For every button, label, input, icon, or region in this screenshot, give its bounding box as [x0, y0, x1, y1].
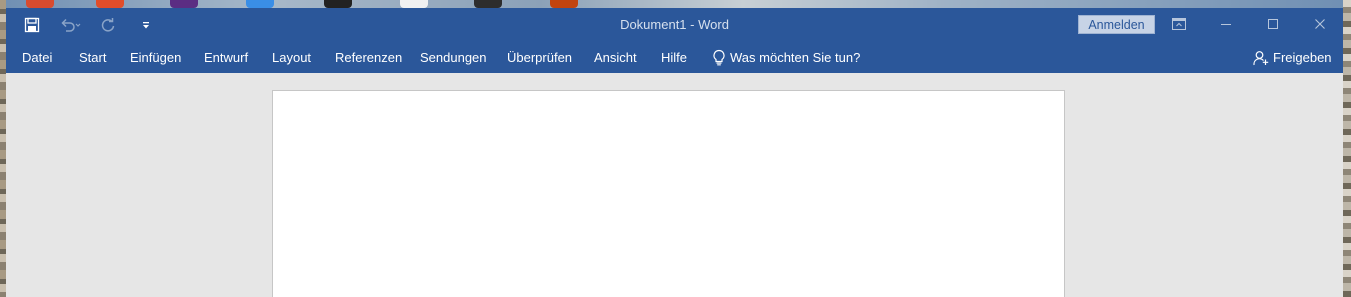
- tab-referenzen[interactable]: Referenzen: [335, 42, 402, 73]
- minimize-icon[interactable]: [1202, 8, 1249, 40]
- tab-einfuegen[interactable]: Einfügen: [130, 42, 181, 73]
- close-icon[interactable]: [1296, 8, 1343, 40]
- desktop-icon: [324, 0, 352, 8]
- document-page[interactable]: [272, 90, 1065, 297]
- tell-me-search[interactable]: Was möchten Sie tun?: [712, 42, 860, 73]
- lightbulb-icon: [712, 49, 726, 66]
- share-label: Freigeben: [1273, 50, 1332, 65]
- desktop-icon: [474, 0, 502, 8]
- redo-icon[interactable]: [96, 13, 120, 37]
- desktop-icon: [550, 0, 578, 8]
- tab-ueberpruefen[interactable]: Überprüfen: [507, 42, 572, 73]
- desktop-icon: [246, 0, 274, 8]
- tab-entwurf[interactable]: Entwurf: [204, 42, 248, 73]
- tab-hilfe[interactable]: Hilfe: [661, 42, 687, 73]
- ribbon-tabs: Datei Start Einfügen Entwurf Layout Refe…: [6, 42, 1343, 73]
- signin-button[interactable]: Anmelden: [1078, 15, 1155, 34]
- tab-ansicht[interactable]: Ansicht: [594, 42, 637, 73]
- desktop-icon: [96, 0, 124, 8]
- maximize-icon[interactable]: [1249, 8, 1296, 40]
- desktop-wallpaper: [1343, 0, 1351, 297]
- desktop-icon: [400, 0, 428, 8]
- customize-qat-icon[interactable]: [134, 13, 158, 37]
- undo-icon[interactable]: [58, 13, 82, 37]
- quick-access-toolbar: [20, 8, 158, 42]
- desktop-icon: [26, 0, 54, 8]
- ribbon-display-options-icon[interactable]: [1155, 8, 1202, 40]
- share-button[interactable]: Freigeben: [1253, 42, 1332, 73]
- word-window: Dokument1 - Word Anmelden Datei Start Ei…: [6, 8, 1343, 297]
- tab-layout[interactable]: Layout: [272, 42, 311, 73]
- document-workspace: [6, 73, 1343, 297]
- tab-sendungen[interactable]: Sendungen: [420, 42, 487, 73]
- desktop-icon: [170, 0, 198, 8]
- window-controls: [1155, 8, 1343, 42]
- share-person-icon: [1253, 50, 1269, 66]
- save-icon[interactable]: [20, 13, 44, 37]
- tell-me-label: Was möchten Sie tun?: [730, 50, 861, 65]
- tab-datei[interactable]: Datei: [22, 42, 52, 73]
- title-bar: Dokument1 - Word Anmelden: [6, 8, 1343, 42]
- tab-start[interactable]: Start: [79, 42, 106, 73]
- desktop-wallpaper: [0, 0, 1351, 8]
